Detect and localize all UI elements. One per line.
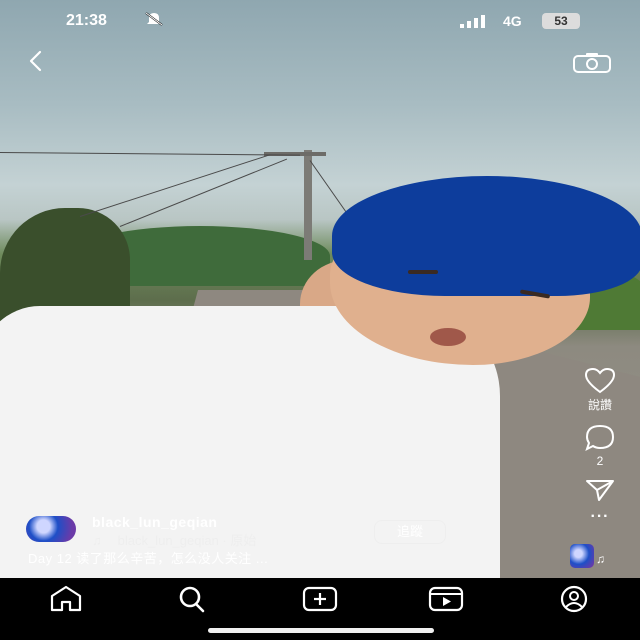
person-hair (332, 176, 640, 296)
comment-button[interactable]: 2 (582, 424, 618, 468)
music-note-icon: ♫ (596, 552, 605, 566)
bell-off-icon (145, 12, 163, 29)
post-caption[interactable]: Day 12 读了那么辛苦，怎么没人关注 ... (28, 548, 268, 567)
comment-icon (585, 424, 615, 451)
person-eye (408, 270, 438, 274)
status-bar: 21:38 4G 53 (0, 0, 640, 40)
audio-row[interactable]: ♫ black_lun_geqian · 原始 (92, 530, 382, 549)
username[interactable]: black_lun_geqian (92, 514, 217, 530)
audio-text: black_lun_geqian · 原始 (117, 533, 257, 548)
comment-count: 2 (596, 454, 604, 468)
video-frame[interactable] (0, 0, 640, 578)
person-mouth (430, 328, 466, 346)
reels-icon (428, 586, 464, 612)
camera-icon[interactable] (572, 52, 611, 73)
search-icon (179, 586, 205, 613)
home-indicator[interactable] (208, 628, 434, 633)
home-icon (50, 585, 82, 612)
create-icon (302, 586, 338, 612)
heart-icon (585, 368, 615, 394)
power-wire (119, 158, 288, 227)
nav-search-button[interactable] (172, 584, 212, 614)
status-time: 21:38 (66, 12, 107, 29)
audio-thumbnail[interactable] (570, 544, 594, 568)
like-label: 說讚 (587, 398, 612, 412)
like-button[interactable]: 說讚 (582, 368, 618, 413)
power-wire (79, 154, 271, 217)
more-icon: ··· (590, 508, 610, 525)
follow-button[interactable]: 追蹤 (374, 520, 446, 544)
battery-indicator: 53 (542, 13, 580, 29)
power-wire (0, 152, 300, 156)
nav-home-button[interactable] (46, 584, 86, 614)
more-button[interactable]: ··· (582, 508, 618, 526)
nav-create-button[interactable] (300, 584, 340, 614)
music-note-icon: ♫ (92, 533, 102, 548)
nav-profile-button[interactable] (554, 584, 594, 614)
signal-bars-icon (460, 14, 494, 31)
share-button[interactable] (582, 478, 618, 502)
chevron-left-icon[interactable] (26, 48, 46, 80)
profile-icon (560, 585, 588, 613)
post-author-row: black_lun_geqian ♫ black_lun_geqian · 原始… (26, 512, 586, 548)
network-type: 4G (503, 13, 522, 29)
nav-reels-button[interactable] (426, 584, 466, 614)
send-icon (586, 480, 614, 501)
utility-pole (304, 150, 312, 260)
avatar[interactable] (26, 516, 76, 542)
